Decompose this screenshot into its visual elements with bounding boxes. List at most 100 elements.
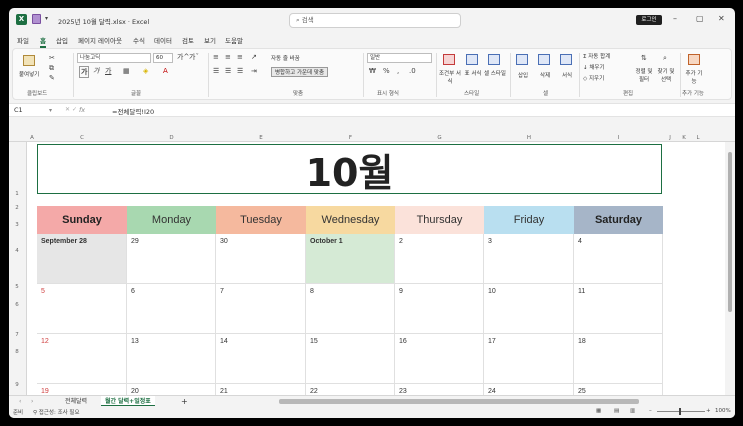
calendar-day-cell[interactable]: 8 bbox=[306, 284, 395, 334]
find-select-icon[interactable]: ⌕ bbox=[663, 53, 667, 63]
formula-input[interactable]: =전체달력!I20 bbox=[112, 106, 154, 116]
calendar-day-cell[interactable]: September 28 bbox=[37, 234, 127, 284]
insert-cells-icon[interactable] bbox=[516, 54, 528, 65]
calendar-day-cell[interactable]: 20 bbox=[127, 384, 216, 395]
calendar-day-cell[interactable]: 9 bbox=[395, 284, 484, 334]
tab-data[interactable]: 데이터 bbox=[154, 35, 172, 45]
name-box[interactable]: C1 bbox=[14, 106, 23, 114]
minimize-button[interactable]: – bbox=[673, 14, 677, 23]
align-top-icon[interactable]: ≡ bbox=[213, 52, 219, 62]
grow-font-icon[interactable]: 가^ bbox=[177, 52, 189, 62]
close-button[interactable]: ✕ bbox=[718, 14, 725, 23]
delete-cells-label[interactable]: 삭제 bbox=[540, 71, 550, 79]
row-header[interactable]: 2 bbox=[9, 205, 25, 211]
cell-style-label[interactable]: 셀 스타일 bbox=[483, 69, 507, 77]
day-header-saturday[interactable]: Saturday bbox=[574, 206, 663, 234]
percent-icon[interactable]: % bbox=[383, 66, 390, 76]
wrap-text-button[interactable]: 자동 줄 바꿈 bbox=[271, 54, 300, 62]
row-header[interactable]: 8 bbox=[9, 349, 25, 355]
zoom-out-button[interactable]: – bbox=[649, 408, 652, 414]
column-header[interactable]: C bbox=[37, 134, 127, 142]
align-center-icon[interactable]: ☰ bbox=[225, 66, 231, 76]
calendar-day-cell[interactable]: 7 bbox=[216, 284, 306, 334]
conditional-format-icon[interactable] bbox=[443, 54, 455, 65]
zoom-slider-thumb[interactable] bbox=[679, 408, 681, 415]
cancel-icon[interactable]: ✕ bbox=[65, 105, 70, 115]
sort-filter-icon[interactable]: ⇅ bbox=[641, 53, 647, 63]
add-ins-label[interactable]: 추가 기능 bbox=[684, 69, 704, 85]
calendar-day-cell[interactable]: 5 bbox=[37, 284, 127, 334]
column-header[interactable]: E bbox=[216, 134, 306, 142]
underline-button[interactable]: 가 bbox=[105, 66, 111, 76]
calendar-day-cell[interactable]: 14 bbox=[216, 334, 306, 384]
calendar-day-cell[interactable]: 4 bbox=[574, 234, 663, 284]
currency-icon[interactable]: ₩ bbox=[369, 66, 376, 76]
column-header[interactable]: K bbox=[677, 134, 691, 142]
calendar-day-cell[interactable]: 24 bbox=[484, 384, 574, 395]
row-header[interactable]: 1 bbox=[9, 191, 25, 197]
align-middle-icon[interactable]: ≡ bbox=[225, 52, 231, 62]
fill-color-icon[interactable]: ◈ bbox=[143, 66, 148, 76]
insert-cells-label[interactable]: 삽입 bbox=[518, 71, 528, 79]
calendar-day-cell[interactable]: 30 bbox=[216, 234, 306, 284]
calendar-day-cell[interactable]: 2 bbox=[395, 234, 484, 284]
paste-icon[interactable] bbox=[23, 55, 35, 66]
align-left-icon[interactable]: ☰ bbox=[213, 66, 219, 76]
align-bottom-icon[interactable]: ≡ bbox=[237, 52, 243, 62]
insert-function-icon[interactable]: fx bbox=[79, 106, 85, 114]
calendar-day-cell[interactable]: 29 bbox=[127, 234, 216, 284]
calendar-day-cell[interactable]: 11 bbox=[574, 284, 663, 334]
shrink-font-icon[interactable]: 가ˇ bbox=[189, 52, 199, 62]
calendar-day-cell[interactable]: 3 bbox=[484, 234, 574, 284]
row-header[interactable]: 7 bbox=[9, 332, 25, 338]
normal-view-icon[interactable]: ▦ bbox=[596, 408, 601, 414]
italic-button[interactable]: 가 bbox=[93, 66, 99, 76]
calendar-day-cell[interactable]: 18 bbox=[574, 334, 663, 384]
zoom-in-button[interactable]: + bbox=[706, 408, 711, 414]
login-button[interactable]: 로그인 bbox=[636, 15, 662, 25]
tab-formulas[interactable]: 수식 bbox=[133, 35, 145, 45]
scroll-thumb[interactable] bbox=[728, 152, 732, 312]
calendar-day-cell[interactable]: 16 bbox=[395, 334, 484, 384]
restore-button[interactable]: ▢ bbox=[696, 14, 704, 23]
zoom-slider[interactable] bbox=[657, 411, 705, 412]
column-header[interactable]: L bbox=[691, 134, 705, 142]
day-header-sunday[interactable]: Sunday bbox=[37, 206, 127, 234]
decimal-icon[interactable]: .0 bbox=[409, 66, 416, 76]
copy-icon[interactable]: ⧉ bbox=[49, 63, 54, 73]
format-cells-label[interactable]: 서식 bbox=[562, 71, 572, 79]
quick-access-more-icon[interactable]: ▾ bbox=[45, 15, 48, 22]
border-icon[interactable]: ▦ bbox=[123, 66, 130, 76]
tab-review[interactable]: 검토 bbox=[182, 35, 194, 45]
enter-icon[interactable]: ✓ bbox=[72, 105, 77, 115]
font-name-select[interactable]: 나눔고딕 bbox=[77, 53, 151, 63]
row-header[interactable]: 4 bbox=[9, 248, 25, 254]
calendar-day-cell[interactable]: 17 bbox=[484, 334, 574, 384]
column-header[interactable]: F bbox=[306, 134, 395, 142]
clear-button[interactable]: ◇ 지우기 bbox=[583, 74, 604, 82]
merge-center-button[interactable]: 병합하고 가운데 맞춤 bbox=[271, 67, 329, 77]
comma-icon[interactable]: , bbox=[397, 66, 399, 76]
row-header[interactable]: 6 bbox=[9, 302, 25, 308]
column-header[interactable]: A bbox=[27, 134, 37, 142]
format-cells-icon[interactable] bbox=[560, 54, 572, 65]
column-header[interactable]: H bbox=[484, 134, 574, 142]
zoom-level[interactable]: 100% bbox=[715, 408, 731, 414]
page-layout-view-icon[interactable]: ▤ bbox=[614, 408, 619, 414]
add-ins-icon[interactable] bbox=[688, 54, 700, 65]
calendar-day-cell[interactable]: 25 bbox=[574, 384, 663, 395]
row-header[interactable]: 9 bbox=[9, 382, 25, 388]
day-header-thursday[interactable]: Thursday bbox=[395, 206, 484, 234]
calendar-day-cell[interactable]: 6 bbox=[127, 284, 216, 334]
calendar-day-cell[interactable]: October 1 bbox=[306, 234, 395, 284]
month-title-cell[interactable]: 10월 bbox=[37, 144, 662, 195]
font-size-select[interactable]: 60 bbox=[153, 53, 173, 63]
cut-icon[interactable]: ✂ bbox=[49, 53, 55, 63]
calendar-day-cell[interactable]: 13 bbox=[127, 334, 216, 384]
find-select-label[interactable]: 찾기 및 선택 bbox=[655, 67, 677, 83]
calendar-day-cell[interactable]: 12 bbox=[37, 334, 127, 384]
vertical-scrollbar[interactable] bbox=[725, 142, 735, 395]
page-break-view-icon[interactable]: ▥ bbox=[630, 408, 635, 414]
calendar-day-cell[interactable]: 23 bbox=[395, 384, 484, 395]
tab-insert[interactable]: 삽입 bbox=[56, 35, 68, 45]
